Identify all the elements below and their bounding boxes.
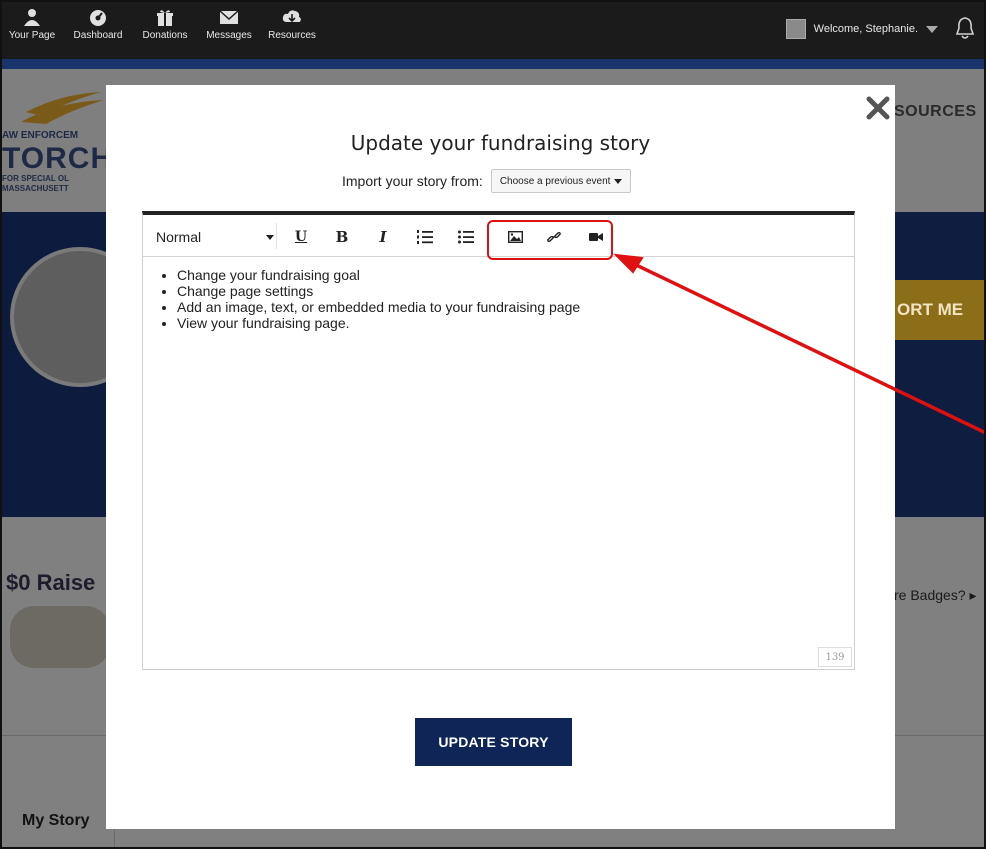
top-nav: Your Page Dashboard Donations Messages R… [2,2,984,59]
gift-icon [157,10,173,26]
nav-dashboard[interactable]: Dashboard [68,8,128,41]
bg-my-story-tab: My Story [22,812,90,829]
bold-button[interactable]: B [332,226,352,248]
envelope-icon [219,10,239,24]
character-counter: 139 [818,647,852,667]
dashboard-icon [90,10,106,26]
logo-text-line: AW ENFORCEM [2,130,79,141]
chevron-down-icon [926,25,938,33]
bell-icon[interactable] [954,16,976,40]
user-menu[interactable]: Welcome, Stephanie. [785,18,938,40]
story-editor: Normal U B I • Change your fundraising g… [142,211,855,670]
screen-frame: Your Page Dashboard Donations Messages R… [0,0,986,849]
bg-badges-link: re Badges? ▸ [894,587,977,603]
close-icon[interactable] [864,94,892,122]
bullet-list-button[interactable] [456,226,476,248]
italic-button[interactable]: I [373,226,393,248]
torch-flame-icon [21,92,104,124]
bg-resources-link: SOURCES [894,103,977,120]
import-label: Import your story from: [342,173,483,189]
torch-logo: AW ENFORCEM TORCH FOR SPECIAL OL MASSACH… [2,92,112,202]
nav-resources[interactable]: Resources [262,8,322,41]
nav-accent-strip [2,59,984,69]
nav-messages[interactable]: Messages [199,8,259,41]
previous-event-select[interactable]: Choose a previous event [490,169,632,193]
nav-your-page[interactable]: Your Page [2,8,62,41]
editor-content-area[interactable]: Change your fundraising goal Change page… [143,257,854,669]
user-icon [24,9,40,26]
bg-raised-amount: $0 Raise [6,570,96,595]
annotation-highlight-box [487,220,613,260]
nav-label: Dashboard [73,30,123,41]
list-item: Change your fundraising goal [177,267,838,283]
cloud-download-icon [282,10,301,23]
nav-donations[interactable]: Donations [135,8,195,41]
story-bullet-list: Change your fundraising goal Change page… [159,267,838,331]
toolbar-separator [276,223,277,249]
ordered-list-icon [417,230,433,244]
caret-down-icon [614,178,623,184]
list-item: View your fundraising page. [177,315,838,331]
bullet-list-icon [458,230,474,244]
caret-down-icon [266,234,274,240]
nav-label: Your Page [8,30,56,41]
underline-button[interactable]: U [291,226,311,248]
nav-label: Resources [268,30,316,41]
logo-text-title: TORCH [2,142,114,175]
list-item: Change page settings [177,283,838,299]
welcome-text: Welcome, Stephanie. [813,23,918,35]
avatar [785,19,806,39]
text-format-select[interactable]: Normal [156,226,274,248]
format-value: Normal [156,229,202,245]
nav-label: Donations [142,30,188,41]
logo-text-line: FOR SPECIAL OL [2,174,69,183]
logo-text-line: MASSACHUSETT [2,184,69,193]
bg-progress-pill [10,606,110,668]
update-story-button[interactable]: UPDATE STORY [415,718,572,766]
modal-title: Update your fundraising story [350,131,651,155]
bg-support-button: ORT ME [895,280,984,340]
ordered-list-button[interactable] [415,226,435,248]
import-story-row: Import your story from: Choose a previou… [342,169,632,193]
list-item: Add an image, text, or embedded media to… [177,299,838,315]
select-value: Choose a previous event [499,175,611,187]
nav-label: Messages [206,30,252,41]
